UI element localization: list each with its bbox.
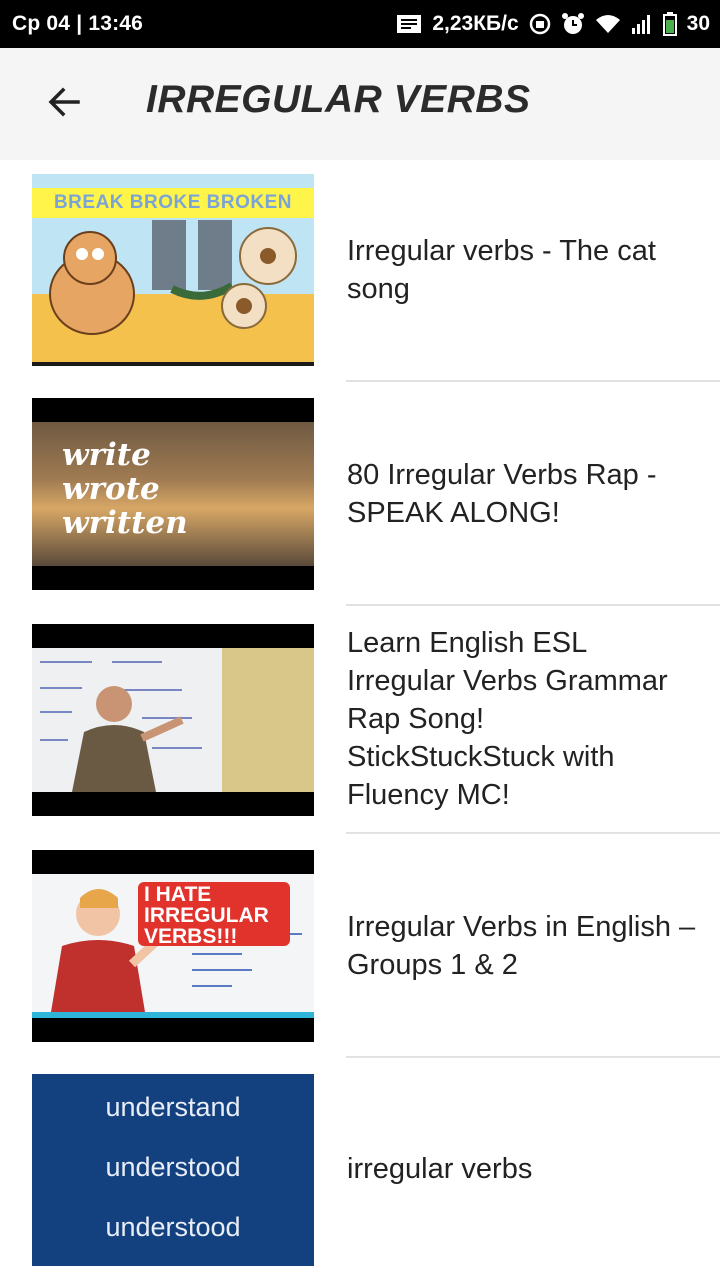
list-divider — [346, 1056, 720, 1058]
video-item-5[interactable]: understand understood understood irregul… — [0, 1060, 720, 1280]
arrow-back-icon — [46, 84, 82, 125]
video-thumbnail — [32, 624, 314, 816]
video-thumbnail: BREAK BROKE BROKEN — [32, 174, 314, 366]
video-item-4[interactable]: I HATE IRREGULAR VERBS!!! Irregular Verb… — [0, 836, 720, 1062]
teacher-image — [40, 661, 202, 792]
video-title: Irregular verbs - The cat song — [347, 235, 656, 305]
thumbnail-word: understood — [105, 1212, 241, 1242]
app-bar: IRREGULAR VERBS — [0, 48, 720, 160]
list-divider — [346, 604, 720, 606]
status-bar: Ср 04 | 13:46 2,23КБ/с 30 — [0, 0, 720, 48]
status-datetime: Ср 04 | 13:46 — [12, 12, 144, 35]
video-item-3[interactable]: Learn English ESL Irregular Verbs Gramma… — [0, 610, 720, 836]
wifi-icon — [595, 14, 621, 34]
battery-level: 30 — [686, 12, 710, 35]
video-title: 80 Irregular Verbs Rap - SPEAK ALONG! — [347, 459, 657, 529]
video-title: Irregular Verbs in English – Groups 1 & … — [347, 911, 696, 981]
alarm-icon — [561, 12, 585, 36]
thumbnail-word: understand — [105, 1092, 241, 1122]
page-title: IRREGULAR VERBS — [146, 78, 531, 121]
sync-icon — [529, 13, 551, 35]
video-item-1[interactable]: BREAK BROKE BROKEN Irregular verbs - The… — [0, 160, 720, 386]
thumbnail-caption: I HATE IRREGULAR VERBS!!! — [138, 882, 290, 947]
video-thumbnail: I HATE IRREGULAR VERBS!!! — [32, 850, 314, 1042]
list-divider — [346, 832, 720, 834]
thumbnail-caption: write wrote written — [62, 437, 188, 541]
video-item-2[interactable]: write wrote written 80 Irregular Verbs R… — [0, 384, 720, 610]
network-speed: 2,23КБ/с — [432, 12, 519, 35]
video-title: irregular verbs — [347, 1153, 533, 1185]
notification-icon — [396, 14, 422, 34]
video-thumbnail: understand understood understood — [32, 1074, 314, 1266]
video-title: Learn English ESL Irregular Verbs Gramma… — [347, 627, 668, 811]
battery-icon — [662, 12, 677, 36]
thumbnail-word: understood — [105, 1152, 241, 1182]
video-thumbnail: write wrote written — [32, 398, 314, 590]
status-icons: 2,23КБ/с 30 — [396, 10, 710, 38]
list-divider — [346, 380, 720, 382]
signal-icon — [631, 14, 653, 34]
cat-cartoon-image — [49, 220, 297, 335]
back-button[interactable] — [32, 80, 96, 128]
